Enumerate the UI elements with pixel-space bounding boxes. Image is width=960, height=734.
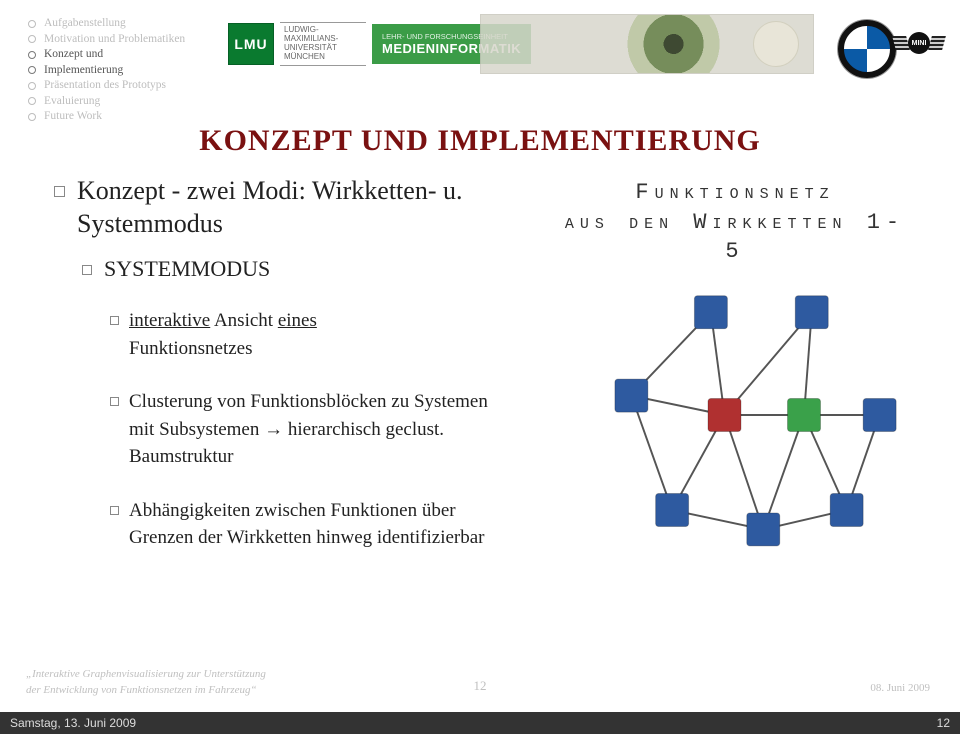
network-diagram xyxy=(580,260,900,570)
outline-bullet-icon xyxy=(28,113,36,121)
outline-label: Aufgabenstellung xyxy=(44,16,126,32)
slide-body: Konzept - zwei Modi: Wirkketten- u. Syst… xyxy=(54,174,514,578)
outline-label: Konzept und xyxy=(44,47,103,63)
outline-bullet-icon xyxy=(28,51,36,59)
outline-label: Motivation und Problematiken xyxy=(44,32,185,48)
outline-item[interactable]: Evaluierung xyxy=(28,94,185,110)
mini-logo: MINI xyxy=(898,26,940,60)
bullet-text: Abhängigkeiten zwischen Funktionen über … xyxy=(129,497,514,552)
slide: AufgabenstellungMotivation und Problemat… xyxy=(0,0,960,712)
outline-item[interactable]: Implementierung xyxy=(28,63,185,79)
app-footer-date: Samstag, 13. Juni 2009 xyxy=(10,716,136,730)
figure-caption: Funktionsnetz aus den Wirkketten 1-5 xyxy=(560,178,910,267)
diagram-node xyxy=(656,494,689,527)
outline-item[interactable]: Future Work xyxy=(28,109,185,125)
app-footer-bar: Samstag, 13. Juni 2009 12 xyxy=(0,712,960,734)
bullet-text: interaktive Ansicht eines Funktionsnetze… xyxy=(129,307,317,362)
bullet-text: Konzept - zwei Modi: Wirkketten- u. Syst… xyxy=(77,174,514,241)
bullet-marker-icon xyxy=(110,316,119,325)
diagram-node xyxy=(747,513,780,546)
figcap-line2: aus den Wirkketten 1-5 xyxy=(560,208,910,267)
diagram-node xyxy=(615,379,648,412)
bullet-level3: Clusterung von Funktionsblöcken zu Syste… xyxy=(110,388,514,471)
outline-bullet-icon xyxy=(28,20,36,28)
diagram-node xyxy=(830,494,863,527)
bullet-marker-icon xyxy=(82,265,92,275)
outline-bullet-icon xyxy=(28,66,36,74)
footer-date: 08. Juni 2009 xyxy=(870,682,930,694)
outline-item[interactable]: Motivation und Problematiken xyxy=(28,32,185,48)
bmw-logo xyxy=(838,20,896,78)
diagram-node xyxy=(863,399,896,432)
outline-item[interactable]: Präsentation des Prototyps xyxy=(28,78,185,94)
outline-bullet-icon xyxy=(28,97,36,105)
diagram-node xyxy=(788,399,821,432)
diagram-node xyxy=(795,296,828,329)
slide-title: KONZEPT UND IMPLEMENTIERUNG xyxy=(0,124,960,158)
outline-label: Implementierung xyxy=(44,63,123,79)
lmu-text: LUDWIG- MAXIMILIANS- UNIVERSITÄT MÜNCHEN xyxy=(280,22,366,65)
bullet-level3: interaktive Ansicht eines Funktionsnetze… xyxy=(110,307,514,362)
bullet-text: Clusterung von Funktionsblöcken zu Syste… xyxy=(129,388,514,471)
outline-label: Präsentation des Prototyps xyxy=(44,78,166,94)
app-footer-page: 12 xyxy=(937,712,950,734)
lmu-logo: LMU xyxy=(228,23,274,65)
mini-text: MINI xyxy=(908,32,930,54)
bullet-level2: SYSTEMMODUS xyxy=(82,255,514,284)
eye-banner-image xyxy=(480,14,814,74)
bullet-level3: Abhängigkeiten zwischen Funktionen über … xyxy=(110,497,514,552)
diagram-node xyxy=(694,296,727,329)
outline-item[interactable]: Aufgabenstellung xyxy=(28,16,185,32)
bullet-marker-icon xyxy=(110,397,119,406)
figcap-line1: Funktionsnetz xyxy=(560,178,910,208)
outline-bullet-icon xyxy=(28,82,36,90)
bullet-marker-icon xyxy=(54,186,65,197)
outline-label: Evaluierung xyxy=(44,94,100,110)
bullet-level1: Konzept - zwei Modi: Wirkketten- u. Syst… xyxy=(54,174,514,241)
bullet-text: SYSTEMMODUS xyxy=(104,255,270,284)
diagram-node xyxy=(708,399,741,432)
bullet-marker-icon xyxy=(110,506,119,515)
footer-page-number: 12 xyxy=(0,678,960,694)
outline-bullet-icon xyxy=(28,35,36,43)
outline-nav: AufgabenstellungMotivation und Problemat… xyxy=(28,16,185,125)
outline-item[interactable]: Konzept und xyxy=(28,47,185,63)
outline-label: Future Work xyxy=(44,109,102,125)
